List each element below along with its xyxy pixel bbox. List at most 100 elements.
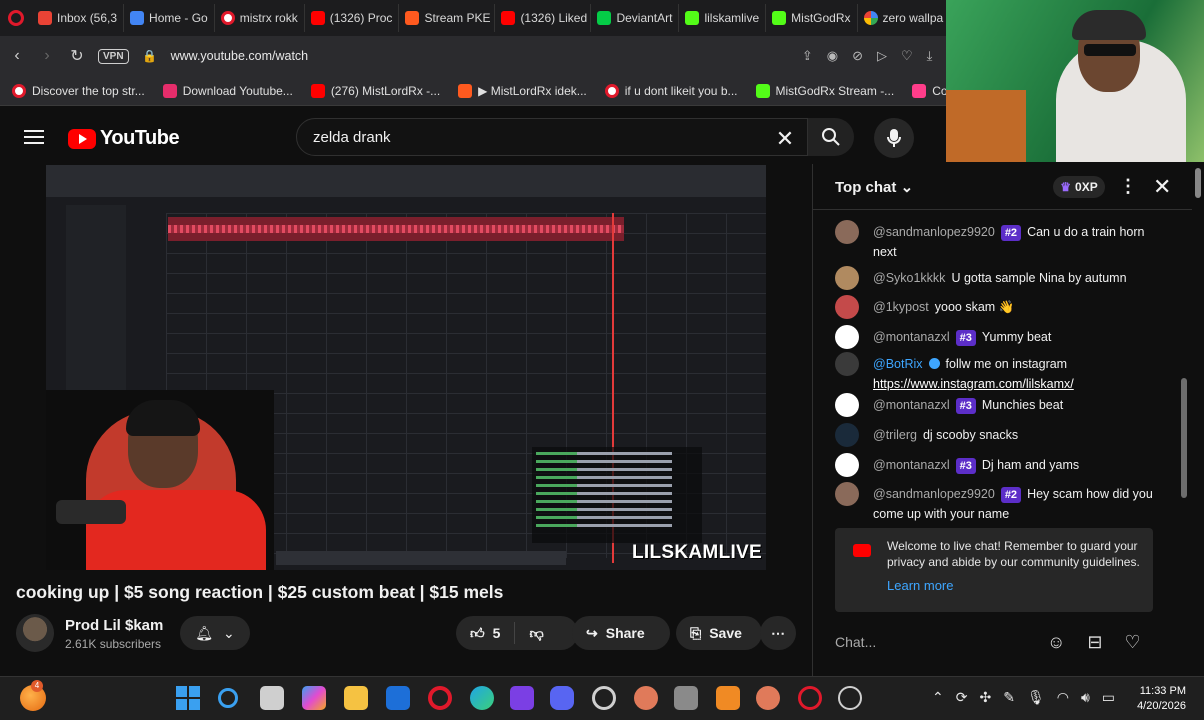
chat-message[interactable]: @Syko1kkkk U gotta sample Nina by autumn (835, 266, 1165, 290)
browser-tab[interactable]: Inbox (56,3 (32, 4, 125, 32)
chat-username[interactable]: @sandmanlopez9920 (873, 487, 995, 501)
browser-tab[interactable]: lilskamlive (679, 4, 767, 32)
video-player[interactable]: LILSKAMLIVE (46, 165, 766, 570)
volume-icon[interactable]: 🔊︎ (1081, 689, 1090, 706)
chat-scrollbar[interactable] (1181, 378, 1187, 498)
browser-tab[interactable]: MistGodRx (766, 4, 858, 32)
bookmark-item[interactable]: Discover the top str... (12, 83, 145, 98)
chat-message[interactable]: @BotRix follw me on instagram https://www… (835, 352, 1165, 394)
youtube-logo[interactable]: YouTube (68, 127, 180, 150)
hamburger-menu-icon[interactable] (24, 130, 44, 148)
outlook-icon[interactable] (386, 686, 410, 710)
emoji-icon[interactable]: ☺ (1047, 632, 1065, 653)
pen-icon[interactable]: ✎ (1003, 689, 1015, 706)
page-scrollbar[interactable] (1192, 164, 1204, 676)
opera-taskbar-icon[interactable] (428, 686, 452, 710)
adblock-icon[interactable]: ⊘ (852, 48, 863, 64)
chat-username[interactable]: @1kypost (873, 300, 929, 314)
player-icon[interactable]: ▷ (877, 48, 887, 64)
browser-tab[interactable]: (1326) Proc (305, 4, 400, 32)
fl-studio-icon[interactable] (716, 686, 740, 710)
channel-avatar[interactable] (16, 614, 54, 652)
settings-icon[interactable] (592, 686, 616, 710)
chat-username[interactable]: @BotRix (873, 357, 923, 371)
bookmark-item[interactable]: if u dont likeit you b... (604, 83, 738, 98)
bookmark-item[interactable]: (276) MistLordRx -... (310, 83, 440, 98)
media-player-icon[interactable] (838, 686, 862, 710)
wifi-icon[interactable]: ◠ (1057, 689, 1069, 706)
chat-avatar[interactable] (835, 325, 859, 349)
game-icon[interactable] (634, 686, 658, 710)
dislike-button[interactable]: 👎︎ (529, 625, 543, 642)
mic-tray-icon[interactable]: 🎙︎ (1027, 689, 1045, 706)
browser-tab[interactable]: DeviantArt (591, 4, 680, 32)
close-chat-icon[interactable]: ✕ (1153, 174, 1171, 200)
chat-avatar[interactable] (835, 266, 859, 290)
chat-message[interactable]: @1kypost yooo skam 👋 (835, 295, 1165, 319)
chat-message[interactable]: @sandmanlopez9920 #2 Hey scam how did you … (835, 482, 1165, 524)
back-icon[interactable]: ‹ (8, 47, 26, 65)
chat-messages[interactable]: @sandmanlopez9920 #2 Can u do a train horn… (813, 214, 1183, 526)
bookmark-item[interactable]: MistGodRx Stream -... (755, 83, 894, 98)
search-input[interactable]: zelda drank (296, 118, 808, 156)
start-button[interactable] (176, 686, 200, 710)
share-page-icon[interactable]: ⇪ (802, 48, 813, 64)
chat-username[interactable]: @montanazxl (873, 398, 950, 412)
file-explorer-icon[interactable] (344, 686, 368, 710)
chat-avatar[interactable] (835, 482, 859, 506)
xp-points-button[interactable]: ♛ 0XP (1053, 176, 1105, 198)
chat-avatar[interactable] (835, 453, 859, 477)
url-field[interactable]: www.youtube.com/watch (171, 49, 309, 63)
clear-search-icon[interactable]: ✕ (774, 126, 796, 152)
chat-avatar[interactable] (835, 352, 859, 376)
notification-bell-button[interactable]: 🔔︎ ⌄ (180, 616, 250, 650)
chat-link[interactable]: https://www.instagram.com/lilskamx/ (873, 377, 1074, 391)
bookmark-item[interactable]: ▶ MistLordRx idek... (458, 83, 587, 98)
save-button[interactable]: ⎘ Save (676, 616, 762, 650)
reload-icon[interactable]: ↻ (68, 46, 86, 66)
chat-options-icon[interactable]: ⋮ (1119, 176, 1137, 197)
like-button[interactable]: 👍︎ 5 (470, 625, 500, 642)
top-chat-dropdown[interactable]: Top chat ⌄ (835, 178, 913, 196)
opera-icon[interactable] (0, 0, 32, 36)
forward-icon[interactable]: › (38, 47, 56, 65)
character-app-icon[interactable] (756, 686, 780, 710)
opera-gx-icon[interactable] (798, 686, 822, 710)
browser-tab[interactable]: Stream PKE (399, 4, 496, 32)
chat-username[interactable]: @montanazxl (873, 330, 950, 344)
heart-icon[interactable]: ♡ (1124, 632, 1140, 653)
chat-username[interactable]: @sandmanlopez9920 (873, 225, 995, 239)
chat-username[interactable]: @trilerg (873, 428, 917, 442)
chat-message[interactable]: @montanazxl #3 Yummy beat (835, 325, 1165, 349)
chat-avatar[interactable] (835, 423, 859, 447)
channel-name[interactable]: Prod Lil $kam (65, 617, 163, 634)
download-icon[interactable]: ⤓ (927, 48, 933, 64)
system-clock[interactable]: 11:33 PM 4/20/2026 (1136, 684, 1186, 714)
chat-message[interactable]: @montanazxl #3 Dj ham and yams (835, 453, 1165, 477)
vpn-badge[interactable]: VPN (98, 48, 129, 64)
chat-username[interactable]: @montanazxl (873, 458, 950, 472)
camera-app-icon[interactable] (674, 686, 698, 710)
copilot-icon[interactable] (302, 686, 326, 710)
chat-avatar[interactable] (835, 295, 859, 319)
camera-icon[interactable]: ◉ (827, 48, 838, 64)
bookmark-item[interactable]: Download Youtube... (162, 83, 293, 98)
battery-icon[interactable]: ▭ (1102, 689, 1115, 706)
task-view-icon[interactable] (260, 686, 284, 710)
chat-input[interactable]: Chat... (835, 634, 1035, 650)
voice-search-button[interactable] (874, 118, 914, 158)
browser-tab[interactable]: mistrx rokk (215, 4, 305, 32)
more-actions-button[interactable]: ⋯ (760, 616, 796, 650)
edge-icon[interactable] (470, 686, 494, 710)
chat-username[interactable]: @Syko1kkkk (873, 271, 945, 285)
search-icon[interactable] (218, 688, 238, 708)
chat-message[interactable]: @montanazxl #3 Munchies beat (835, 393, 1165, 417)
chevron-up-icon[interactable]: ⌃ (932, 689, 944, 706)
share-button[interactable]: ↪ Share (572, 616, 670, 650)
sync-icon[interactable]: ⟳ (956, 689, 968, 706)
learn-more-link[interactable]: Learn more (887, 578, 953, 593)
browser-tab[interactable]: zero wallpa (858, 4, 951, 32)
discord-icon[interactable] (550, 686, 574, 710)
search-button[interactable] (808, 118, 854, 156)
browser-tab[interactable]: (1326) Liked (495, 4, 592, 32)
